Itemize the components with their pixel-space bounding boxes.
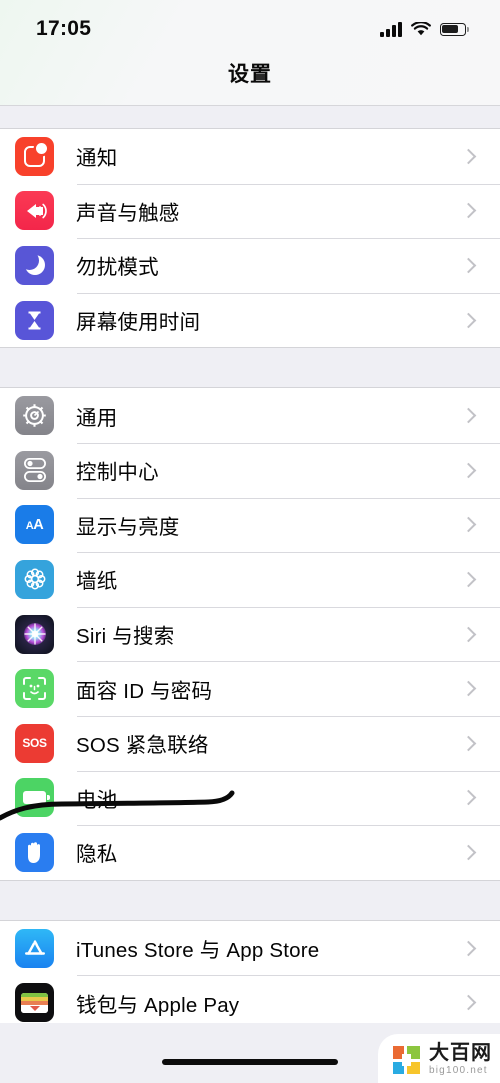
emergency-sos-icon: SOS (15, 723, 54, 763)
watermark: 大百网 big100.net (378, 1034, 500, 1083)
face-id-icon (15, 669, 54, 709)
settings-row-label: 控制中心 (76, 461, 159, 485)
settings-row-do-not-disturb[interactable]: 勿扰模式 (0, 238, 500, 293)
settings-row-label: 显示与亮度 (76, 515, 180, 539)
chevron-right-icon (460, 517, 477, 533)
sounds-haptics-icon (15, 191, 54, 231)
app-store-icon (15, 928, 54, 968)
settings-group-system: 通用 控制中心 AA 显示与亮度 墙纸 Siri 与搜索 面容 ID 与密码 S… (0, 387, 500, 881)
settings-group-alerts: 通知 声音与触感 勿扰模式 屏幕使用时间 (0, 128, 500, 349)
chevron-right-icon (460, 407, 477, 424)
general-gear-icon (15, 396, 54, 436)
settings-row-privacy[interactable]: 隐私 (0, 825, 500, 880)
screen-time-icon (15, 300, 54, 340)
settings-row-label: 勿扰模式 (76, 256, 159, 280)
settings-row-battery[interactable]: 电池 (0, 770, 500, 826)
watermark-text: 大百网 big100.net (429, 1043, 492, 1076)
settings-row-label: 钱包与 Apple Pay (76, 993, 240, 1017)
chevron-right-icon (460, 735, 477, 752)
settings-row-label: 墙纸 (76, 570, 118, 594)
chevron-right-icon (460, 148, 477, 165)
chevron-right-icon (460, 680, 477, 697)
chevron-right-icon (460, 571, 477, 588)
settings-row-siri-search[interactable]: Siri 与搜索 (0, 606, 500, 662)
status-bar-time: 17:05 (36, 17, 92, 40)
group-spacer-1 (0, 348, 500, 388)
chevron-right-icon (460, 626, 477, 642)
wifi-icon (411, 20, 431, 37)
settings-row-label: 面容 ID 与密码 (76, 679, 213, 703)
settings-row-label: 屏幕使用时间 (76, 311, 201, 335)
settings-row-emergency-sos[interactable]: SOS SOS 紧急联络 (0, 715, 500, 771)
status-bar-indicators (380, 20, 469, 37)
settings-row-label: 隐私 (76, 843, 118, 867)
settings-row-notifications[interactable]: 通知 (0, 129, 500, 184)
watermark-name-en: big100.net (429, 1065, 488, 1076)
settings-row-label: 电池 (76, 788, 118, 812)
chevron-right-icon (460, 203, 477, 219)
settings-row-wallet-apple-pay[interactable]: 钱包与 Apple Pay (0, 975, 500, 1030)
group-spacer-top (0, 106, 500, 128)
settings-row-face-id-passcode[interactable]: 面容 ID 与密码 (0, 661, 500, 716)
wallpaper-icon (15, 559, 54, 599)
privacy-hand-icon (15, 832, 54, 872)
navigation-header: 17:05 设置 (0, 0, 500, 106)
settings-row-label: 声音与触感 (76, 201, 180, 225)
settings-row-label: Siri 与搜索 (76, 625, 175, 649)
watermark-name-cn: 大百网 (429, 1042, 492, 1064)
do-not-disturb-icon (15, 245, 54, 285)
settings-row-display-brightness[interactable]: AA 显示与亮度 (0, 497, 500, 553)
status-bar: 17:05 (0, 0, 500, 58)
notifications-icon (15, 136, 54, 176)
chevron-right-icon (460, 462, 477, 479)
settings-row-itunes-app-store[interactable]: iTunes Store 与 App Store (0, 920, 500, 976)
display-brightness-icon: AA (15, 505, 54, 545)
settings-row-screen-time[interactable]: 屏幕使用时间 (0, 292, 500, 348)
watermark-logo-icon (392, 1045, 422, 1075)
settings-row-control-center[interactable]: 控制中心 (0, 442, 500, 498)
chevron-right-icon (460, 844, 477, 861)
siri-search-icon (15, 614, 54, 654)
wallet-icon (15, 983, 54, 1023)
group-spacer-2 (0, 880, 500, 920)
iphone-settings-screen: 17:05 设置 通知 声音与触感 勿扰模式 屏幕使用时间 通用 控制中心 AA… (0, 0, 500, 1083)
settings-row-label: SOS 紧急联络 (76, 734, 209, 758)
settings-group-store: iTunes Store 与 App Store 钱包与 Apple Pay (0, 919, 500, 1031)
chevron-right-icon (460, 257, 477, 274)
chevron-right-icon (460, 994, 477, 1011)
settings-row-label: 通用 (76, 406, 118, 430)
chevron-right-icon (460, 312, 477, 328)
battery-settings-icon (15, 778, 54, 818)
settings-row-wallpaper[interactable]: 墙纸 (0, 552, 500, 607)
settings-row-label: iTunes Store 与 App Store (76, 939, 320, 963)
settings-row-sounds-haptics[interactable]: 声音与触感 (0, 183, 500, 239)
home-indicator[interactable] (162, 1059, 338, 1065)
control-center-icon (15, 450, 54, 490)
page-title: 设置 (228, 63, 272, 86)
battery-icon (440, 22, 469, 36)
settings-row-general[interactable]: 通用 (0, 388, 500, 443)
settings-row-label: 通知 (76, 147, 118, 171)
chevron-right-icon (460, 790, 477, 806)
cellular-signal-icon (380, 21, 402, 37)
chevron-right-icon (460, 940, 477, 956)
